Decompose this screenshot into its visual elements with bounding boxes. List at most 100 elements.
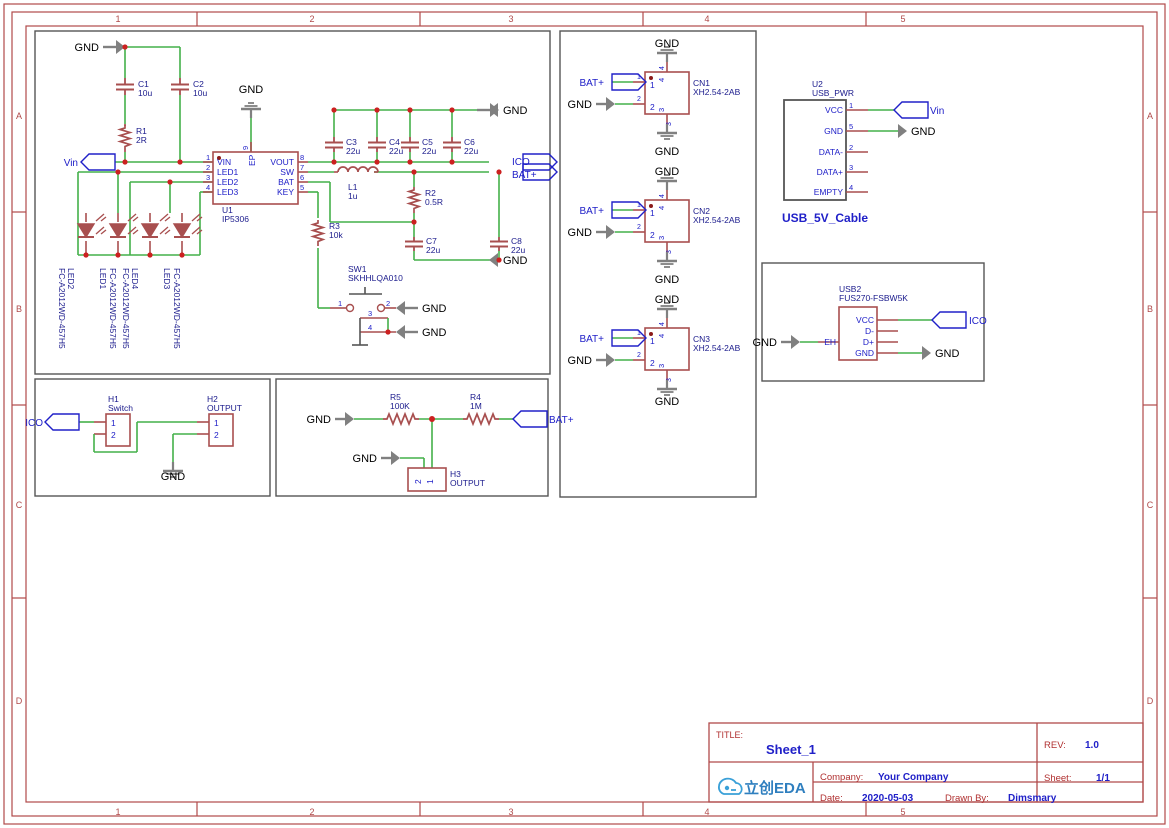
component-cn3[interactable] (633, 318, 690, 380)
zone-row-left-b: B (16, 304, 22, 314)
ico-label-usb2: ICO (969, 316, 987, 327)
ico-label-h1: ICO (25, 418, 43, 429)
drawn-value: Dimsmary (1008, 793, 1057, 804)
h1-pin-numbers: 1 2 (111, 418, 116, 440)
h2-pin-numbers: 1 2 (214, 418, 219, 440)
u1-pinnum-7: 7 (300, 163, 304, 172)
batplus-label-cn3: BAT+ (579, 334, 604, 345)
net-port-vin-u2[interactable] (893, 101, 929, 119)
led3-ref: LED3 (162, 268, 172, 290)
gnd-label-cn1-top: GND (655, 38, 680, 50)
sw1-pinnum-1: 1 (338, 299, 342, 308)
u1-pin-ep: EP (247, 154, 257, 166)
u2-caption: USB_5V_Cable (782, 211, 868, 225)
date-label: Date: (820, 793, 843, 804)
sw1-pin-numbers: 1 2 3 4 (338, 299, 390, 332)
sheet-value: 1/1 (1096, 773, 1110, 784)
component-r3 (312, 219, 324, 247)
net-port-batplus-sense[interactable] (512, 410, 548, 428)
gnd-label-usb2-eh: GND (753, 337, 778, 349)
sw1-value: SKHHLQA010 (348, 273, 403, 283)
sheet-frame (3, 3, 1166, 825)
zone-row-right-b: B (1147, 304, 1153, 314)
gnd-label-filter: GND (503, 105, 528, 117)
batplus-label-sense: BAT+ (549, 415, 574, 426)
net-port-ico-h1[interactable] (44, 413, 80, 431)
easyeda-logo (718, 777, 743, 795)
component-r4 (462, 413, 500, 425)
cn2-pin-2: 2 (650, 230, 655, 240)
sheet-label: Sheet: (1044, 773, 1071, 784)
u1-pin-led2: LED2 (217, 177, 239, 187)
cn2-pin-1: 1 (650, 208, 655, 218)
c1-value: 10u (138, 88, 152, 98)
zone-row-labels: A B C D A B C D (16, 111, 1154, 706)
u1-pinnum-1: 1 (206, 153, 210, 162)
gnd-flag-cn1 (596, 97, 615, 111)
r1-value: 2R (136, 135, 147, 145)
component-r1 (119, 124, 131, 152)
gnd-flag-u2 (898, 124, 907, 138)
cn2-lead-4: 4 (659, 194, 666, 198)
cn3-lead-4: 4 (659, 322, 666, 326)
c7-value: 22u (426, 245, 440, 255)
gnd-flag-r5 (335, 412, 354, 426)
h1-pin-2: 2 (111, 430, 116, 440)
component-led1[interactable] (109, 213, 139, 255)
u1-pin-led1: LED1 (217, 167, 239, 177)
component-led4[interactable] (141, 213, 171, 255)
zone-row-right-c: C (1147, 500, 1154, 510)
drawn-label: Drawn By: (945, 793, 989, 804)
h3-value: OUTPUT (450, 478, 485, 488)
title-value: Sheet_1 (766, 742, 816, 757)
component-c5 (400, 137, 420, 152)
usb2-pin-gnd: GND (855, 348, 874, 358)
component-cn2[interactable] (633, 190, 690, 252)
zone-row-left-a: A (16, 111, 22, 121)
u1-pin-bat: BAT (278, 177, 294, 187)
net-port-ico-usb2[interactable] (931, 311, 967, 329)
u2-pin-numbers: 1 5 2 3 4 (849, 101, 853, 192)
u2-pinnum-1: 1 (849, 101, 853, 110)
u2-pin-gnd: GND (824, 126, 843, 136)
r2-value: 0.5R (425, 197, 443, 207)
u2-pin-names: VCC GND DATA- DATA+ EMPTY (814, 105, 844, 197)
component-cn1[interactable] (633, 62, 690, 124)
zone-col-bot-3: 3 (508, 807, 513, 817)
cn2-wires (612, 209, 633, 233)
rev-value: 1.0 (1085, 740, 1099, 751)
gnd-flag-cn2 (596, 225, 615, 239)
u1-pin-names-right: VOUT SW BAT KEY (270, 157, 294, 197)
gnd-label-h2: GND (161, 471, 186, 483)
r4-value: 1M (470, 401, 482, 411)
zone-row-right-a: A (1147, 111, 1153, 121)
led4-value: FC-A2012WD-457H5 (121, 268, 131, 349)
gnd-label-h3: GND (353, 453, 378, 465)
batplus-label-main: BAT+ (512, 170, 537, 181)
u1-pin-vout: VOUT (270, 157, 294, 167)
component-led3[interactable] (173, 213, 203, 255)
sense-wires (354, 418, 513, 468)
zone-col-bot-1: 1 (115, 807, 120, 817)
net-port-vin[interactable] (80, 153, 116, 171)
u2-pinnum-3: 3 (849, 163, 853, 172)
usb2-pin-vcc: VCC (856, 315, 874, 325)
usb2-pin-dm: D- (865, 326, 874, 336)
h1-pin-1: 1 (111, 418, 116, 428)
u2-pin-datam: DATA- (819, 147, 843, 157)
h1-h2-wires (79, 421, 197, 462)
component-led2[interactable] (77, 213, 107, 255)
zone-row-right-d: D (1147, 696, 1154, 706)
c5-value: 22u (422, 146, 436, 156)
cn3-pin-1: 1 (650, 336, 655, 346)
batplus-label-cn1: BAT+ (579, 78, 604, 89)
gnd-earth-cn2-bot (655, 250, 679, 269)
zone-ticks (12, 12, 1157, 816)
gnd-flag-cn3 (596, 353, 615, 367)
component-sw1[interactable] (330, 287, 396, 346)
gnd-flag-usb2-right (922, 346, 931, 360)
h3-pin-2: 2 (413, 479, 423, 484)
led2-value: FC-A2012WD-457H5 (57, 268, 67, 349)
gnd-flag-sw1-pin2 (396, 301, 418, 315)
vin-label: Vin (64, 158, 78, 169)
